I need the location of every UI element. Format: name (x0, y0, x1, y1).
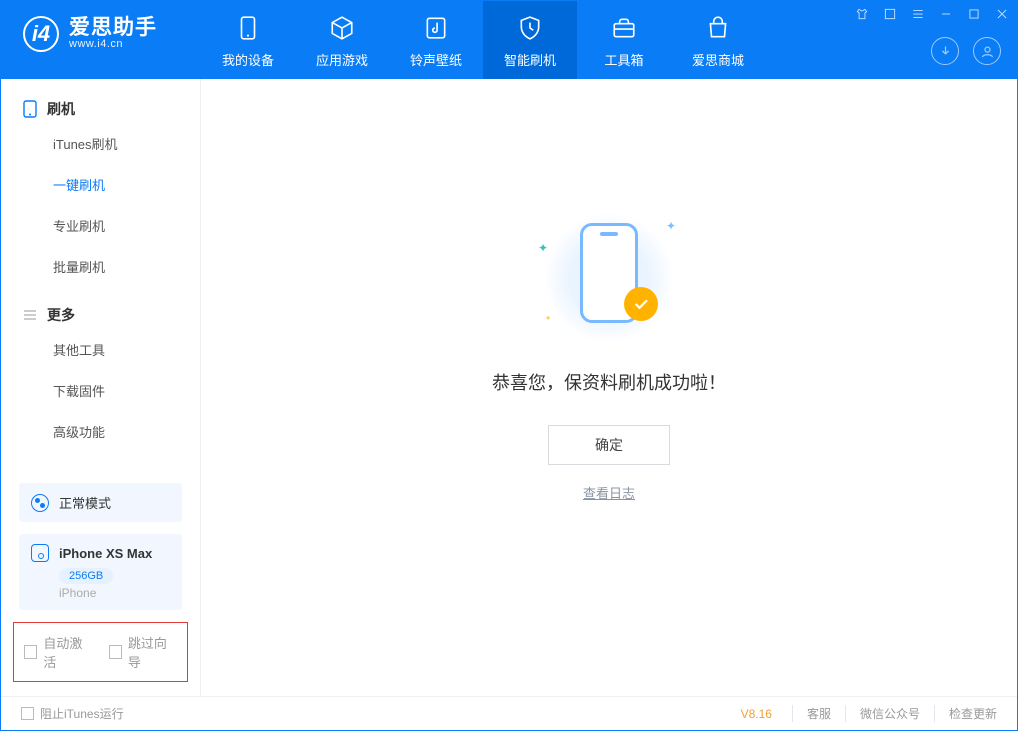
logo-icon: i4 (23, 16, 59, 52)
logo: i4 爱思助手 www.i4.cn (1, 1, 201, 52)
success-illustration: ✦ ✦ • (544, 213, 674, 343)
sidebar-item-batch[interactable]: 批量刷机 (1, 246, 200, 287)
device-card[interactable]: iPhone XS Max 256GB iPhone (19, 534, 182, 610)
device-capacity: 256GB (59, 568, 113, 584)
footer-link-update[interactable]: 检查更新 (934, 705, 997, 722)
music-icon (423, 12, 449, 44)
footer-link-support[interactable]: 客服 (792, 705, 845, 722)
menu-icon[interactable] (909, 5, 927, 23)
close-icon[interactable] (993, 5, 1011, 23)
header-right-buttons (931, 37, 1001, 65)
mode-card[interactable]: 正常模式 (19, 483, 182, 522)
checkbox-auto-activate[interactable]: 自动激活 (24, 633, 93, 671)
sidebar-item-advanced[interactable]: 高级功能 (1, 411, 200, 452)
nav-ringtone[interactable]: 铃声壁纸 (389, 1, 483, 79)
body: 刷机 iTunes刷机 一键刷机 专业刷机 批量刷机 更多 其他工具 下载固件 … (1, 79, 1017, 696)
nav-mydevice[interactable]: 我的设备 (201, 1, 295, 79)
nav-toolbox[interactable]: 工具箱 (577, 1, 671, 79)
device-icon (23, 100, 37, 118)
sidebar-item-firmware[interactable]: 下载固件 (1, 370, 200, 411)
toolbox-icon (611, 12, 637, 44)
device-name: iPhone XS Max (59, 546, 152, 561)
spark-icon: ✦ (666, 219, 676, 233)
phone-icon (235, 12, 261, 44)
account-button[interactable] (973, 37, 1001, 65)
bag-icon (705, 12, 731, 44)
sidebar-item-other[interactable]: 其他工具 (1, 329, 200, 370)
window-controls (853, 5, 1011, 23)
shirt-icon[interactable] (853, 5, 871, 23)
top-nav: 我的设备 应用游戏 铃声壁纸 智能刷机 工具箱 爱思商城 (201, 1, 765, 79)
device-type: iPhone (59, 586, 170, 600)
box-icon[interactable] (881, 5, 899, 23)
spark-icon: • (546, 311, 550, 325)
footer: 阻止iTunes运行 V8.16 客服 微信公众号 检查更新 (1, 696, 1017, 730)
sidebar-section-more: 更多 (1, 297, 200, 329)
nav-store[interactable]: 爱思商城 (671, 1, 765, 79)
sidebar: 刷机 iTunes刷机 一键刷机 专业刷机 批量刷机 更多 其他工具 下载固件 … (1, 79, 201, 696)
app-url: www.i4.cn (69, 39, 157, 51)
sidebar-item-itunes[interactable]: iTunes刷机 (1, 123, 200, 164)
sidebar-item-pro[interactable]: 专业刷机 (1, 205, 200, 246)
phone-outline-icon (31, 544, 49, 562)
check-badge-icon (624, 287, 658, 321)
ok-button[interactable]: 确定 (548, 425, 670, 465)
checkbox-skip-guide[interactable]: 跳过向导 (109, 633, 178, 671)
main-content: ✦ ✦ • 恭喜您，保资料刷机成功啦！ 确定 查看日志 (201, 79, 1017, 696)
download-button[interactable] (931, 37, 959, 65)
view-log-link[interactable]: 查看日志 (583, 483, 635, 502)
success-message: 恭喜您，保资料刷机成功啦！ (492, 369, 726, 395)
mode-label: 正常模式 (59, 493, 111, 512)
maximize-icon[interactable] (965, 5, 983, 23)
sidebar-section-flash: 刷机 (1, 91, 200, 123)
spark-icon: ✦ (538, 241, 548, 255)
footer-link-wechat[interactable]: 微信公众号 (845, 705, 934, 722)
version-label: V8.16 (741, 707, 772, 721)
cube-icon (329, 12, 355, 44)
options-highlight-box: 自动激活 跳过向导 (13, 622, 188, 682)
mode-icon (31, 494, 49, 512)
checkbox-block-itunes[interactable]: 阻止iTunes运行 (21, 705, 124, 722)
shield-icon (517, 12, 543, 44)
minimize-icon[interactable] (937, 5, 955, 23)
nav-apps[interactable]: 应用游戏 (295, 1, 389, 79)
sidebar-item-oneclick[interactable]: 一键刷机 (1, 164, 200, 205)
nav-flash[interactable]: 智能刷机 (483, 1, 577, 79)
list-icon (23, 308, 37, 322)
app-name: 爱思助手 (69, 17, 157, 39)
app-header: i4 爱思助手 www.i4.cn 我的设备 应用游戏 铃声壁纸 智能刷机 工具… (1, 1, 1017, 79)
